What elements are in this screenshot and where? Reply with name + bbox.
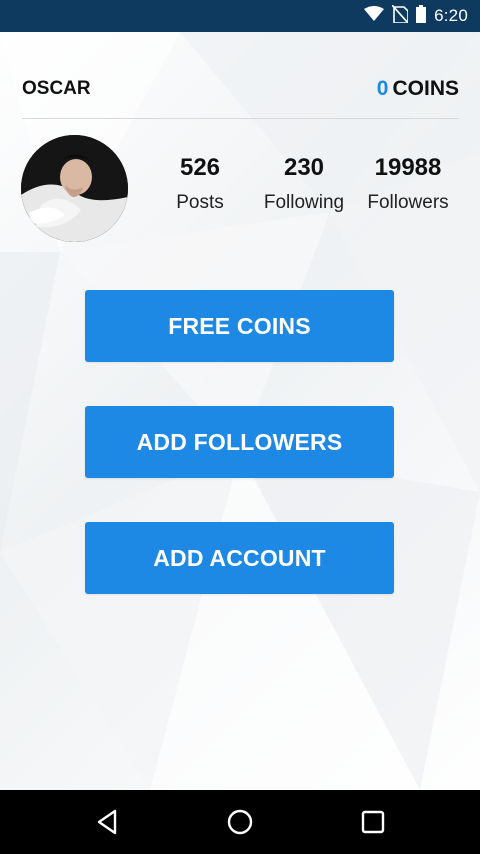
status-time: 6:20 <box>434 6 468 25</box>
recents-icon[interactable] <box>357 806 389 838</box>
profile-stats: 526 Posts 230 Following 19988 Followers <box>150 152 470 222</box>
username: OSCAR <box>22 78 91 99</box>
status-bar: 6:20 <box>0 0 480 32</box>
main-content: OSCAR 0 COINS 526 Posts 230 Following 199… <box>0 32 480 790</box>
home-icon[interactable] <box>224 806 256 838</box>
stat-following[interactable]: 230 Following <box>252 152 356 218</box>
status-icons: 6:20 <box>364 0 468 32</box>
profile-header: OSCAR 0 COINS <box>22 74 459 104</box>
wifi-icon <box>364 6 385 26</box>
coin-balance: 0 COINS <box>377 77 459 101</box>
followers-label: Followers <box>367 192 449 213</box>
posts-label: Posts <box>176 192 224 213</box>
add-account-button[interactable]: ADD ACCOUNT <box>85 522 394 594</box>
header-divider <box>22 118 459 119</box>
following-label: Following <box>263 192 345 213</box>
add-followers-button[interactable]: ADD FOLLOWERS <box>85 406 394 478</box>
free-coins-button[interactable]: FREE COINS <box>85 290 394 362</box>
posts-count: 526 <box>179 154 221 181</box>
battery-icon <box>416 5 427 27</box>
stat-posts[interactable]: 526 Posts <box>150 152 250 218</box>
navigation-bar <box>0 790 480 854</box>
followers-count: 19988 <box>374 154 442 181</box>
coins-label: COINS <box>392 77 459 100</box>
no-sim-icon <box>391 4 409 27</box>
avatar-photo <box>21 135 128 242</box>
coin-count: 0 <box>376 77 389 100</box>
back-icon[interactable] <box>91 806 123 838</box>
avatar[interactable] <box>21 135 128 242</box>
stat-followers[interactable]: 19988 Followers <box>356 152 460 218</box>
following-count: 230 <box>283 154 325 181</box>
